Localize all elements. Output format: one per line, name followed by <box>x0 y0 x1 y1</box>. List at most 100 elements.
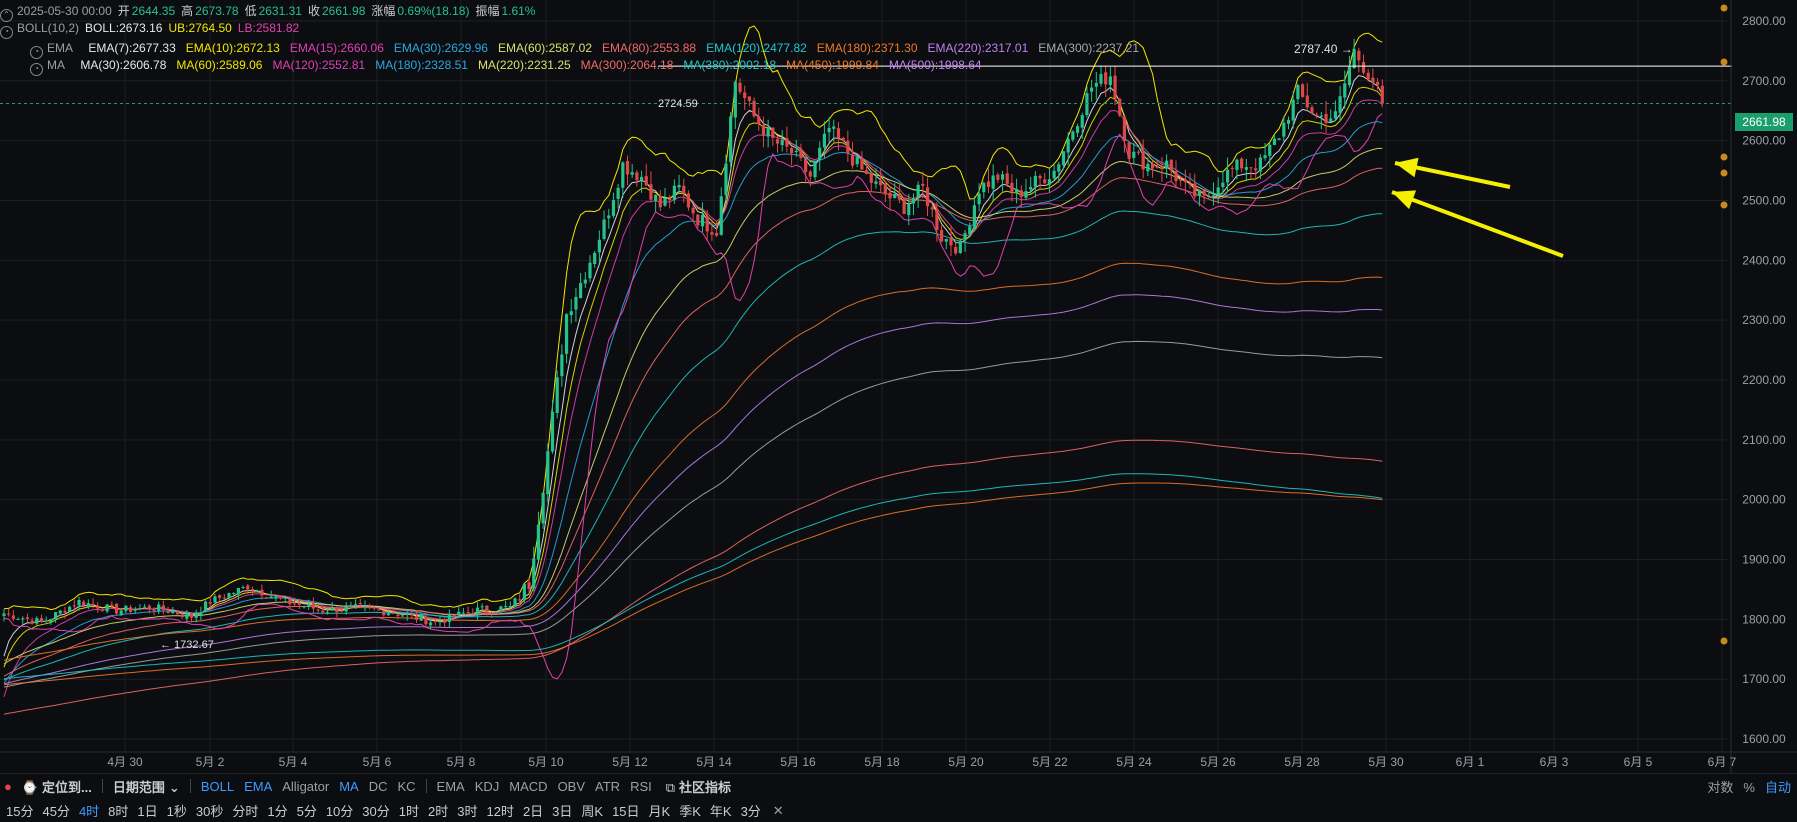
interval-1[interactable]: 45分 <box>42 801 69 820</box>
candle-body <box>1188 183 1192 185</box>
candle-body <box>35 618 39 624</box>
candle-body <box>846 140 850 154</box>
interval-23[interactable]: 3分 <box>741 801 761 820</box>
time-tick-label: 5月 24 <box>1116 755 1152 769</box>
candle-body <box>143 606 147 608</box>
interval-22[interactable]: 年K <box>710 801 732 820</box>
candle-body <box>696 214 700 226</box>
candle-body <box>902 198 906 214</box>
locate-button[interactable]: ⌚ 定位到... <box>22 777 92 796</box>
candle-body <box>208 601 212 604</box>
sub-indicator-macd[interactable]: MACD <box>509 779 547 794</box>
interval-16[interactable]: 2日 <box>523 801 543 820</box>
price-chart[interactable]: 2787.40 → ← 1732.67 2724.59 1600.00 1700.00… <box>0 0 1797 822</box>
candle-body <box>58 610 62 614</box>
sub-indicator-ema[interactable]: EMA <box>437 779 465 794</box>
interval-4[interactable]: 1日 <box>137 801 157 820</box>
interval-11[interactable]: 30分 <box>362 801 389 820</box>
community-indicators-button[interactable]: ⧉ 社区指标 <box>666 777 731 796</box>
interval-9[interactable]: 5分 <box>297 801 317 820</box>
ma-legend-item: MA(220):2231.25 <box>477 58 571 72</box>
candle-body <box>218 595 222 598</box>
interval-12[interactable]: 1时 <box>399 801 419 820</box>
indicator-ma[interactable]: MA <box>339 779 359 794</box>
sub-indicator-obv[interactable]: OBV <box>558 779 585 794</box>
sub-indicator-atr[interactable]: ATR <box>595 779 620 794</box>
close-icon[interactable]: ✕ <box>773 803 784 819</box>
sub-indicator-rsi[interactable]: RSI <box>630 779 652 794</box>
candle-body <box>330 607 334 611</box>
interval-18[interactable]: 周K <box>581 801 603 820</box>
interval-10[interactable]: 10分 <box>326 801 353 820</box>
candle-body <box>335 608 339 613</box>
scale-option-2[interactable]: 自动 <box>1765 780 1791 795</box>
candle-body <box>1282 122 1286 137</box>
price-tick-label: 2200.00 <box>1742 373 1786 387</box>
candle-body <box>1272 138 1277 145</box>
candle-body <box>321 610 325 613</box>
indicator-dc[interactable]: DC <box>369 779 388 794</box>
candle-body <box>766 127 770 137</box>
interval-21[interactable]: 季K <box>679 801 701 820</box>
candle-body <box>930 207 934 210</box>
ema-legend-item: EMA(15):2660.06 <box>289 41 384 55</box>
candle-body <box>799 149 803 159</box>
candle-body <box>1183 179 1187 183</box>
interval-8[interactable]: 1分 <box>267 801 287 820</box>
candle-body <box>804 159 808 172</box>
interval-14[interactable]: 3时 <box>457 801 477 820</box>
indicator-alligator[interactable]: Alligator <box>282 779 329 794</box>
candle-body <box>968 226 972 235</box>
indicator-boll[interactable]: BOLL <box>201 779 234 794</box>
scale-option-1[interactable]: % <box>1743 780 1755 795</box>
bell-icon[interactable]: ◔ <box>30 63 43 76</box>
candle-body <box>588 262 592 279</box>
candle-body <box>593 252 597 264</box>
candle-body <box>7 613 11 615</box>
date-range-button[interactable]: 日期范围 ⌄ <box>113 777 180 796</box>
interval-6[interactable]: 30秒 <box>196 801 223 820</box>
candle-body <box>1066 138 1070 153</box>
candle-body <box>1061 151 1066 166</box>
candle-body <box>668 198 672 201</box>
candle-body <box>72 605 76 607</box>
candle-body <box>780 139 784 146</box>
candle-body <box>1352 49 1356 69</box>
candle-body <box>1094 82 1098 87</box>
interval-15[interactable]: 12时 <box>486 801 513 820</box>
record-icon[interactable]: ● <box>4 779 12 794</box>
candle-body <box>911 198 916 204</box>
price-tick-label: 1700.00 <box>1742 672 1786 686</box>
candle-body <box>39 617 44 622</box>
bell-icon[interactable]: ◔ <box>0 26 13 39</box>
interval-20[interactable]: 月K <box>649 801 671 820</box>
candle-body <box>1169 159 1173 171</box>
indicator-kc[interactable]: KC <box>397 779 415 794</box>
candle-body <box>110 604 114 606</box>
price-tick-label: 2300.00 <box>1742 313 1786 327</box>
indicator-toolbar: ● ⌚ 定位到... 日期范围 ⌄ BOLL EMA Alligator MA DC KC EM… <box>0 773 1797 798</box>
candle-body <box>232 592 236 594</box>
candle-body <box>574 296 578 310</box>
scale-option-0[interactable]: 对数 <box>1707 780 1733 795</box>
indicator-ema[interactable]: EMA <box>244 779 272 794</box>
interval-7[interactable]: 分时 <box>232 801 258 820</box>
candle-body <box>1221 182 1225 188</box>
sub-indicator-kdj[interactable]: KDJ <box>475 779 500 794</box>
interval-3[interactable]: 8时 <box>108 801 128 820</box>
interval-17[interactable]: 3日 <box>552 801 572 820</box>
interval-19[interactable]: 15日 <box>612 801 639 820</box>
candle-body <box>1108 76 1112 86</box>
candle-body <box>1291 99 1295 121</box>
time-tick-label: 5月 2 <box>196 755 225 769</box>
interval-13[interactable]: 2时 <box>428 801 448 820</box>
candle-body <box>1118 98 1122 116</box>
candle-body <box>68 606 72 612</box>
interval-2[interactable]: 4时 <box>79 801 99 820</box>
candle-body <box>1375 82 1380 86</box>
candle-body <box>682 185 686 194</box>
time-tick-label: 5月 28 <box>1284 755 1320 769</box>
interval-5[interactable]: 1秒 <box>167 801 187 820</box>
candle-body <box>991 175 995 189</box>
interval-0[interactable]: 15分 <box>6 801 33 820</box>
